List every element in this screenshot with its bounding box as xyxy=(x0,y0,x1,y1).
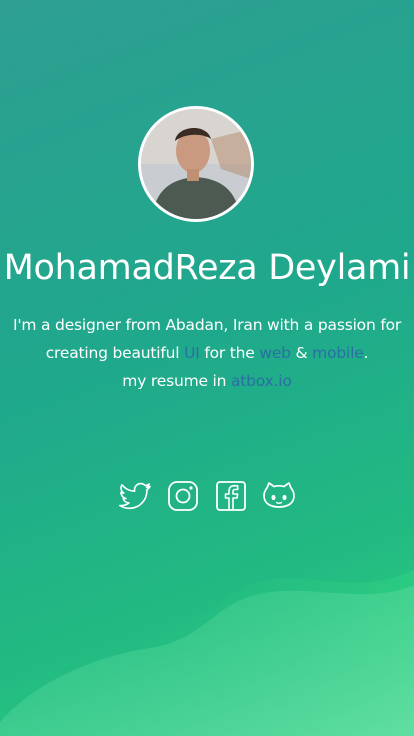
profile-card: MohamadReza Deylami I'm a designer from … xyxy=(0,0,414,736)
profile-name: MohamadReza Deylami xyxy=(3,248,411,288)
facebook-link[interactable] xyxy=(213,478,249,514)
web-link[interactable]: web xyxy=(259,344,291,362)
bio-line-2-suffix: . xyxy=(363,344,369,362)
resume-link[interactable]: atbox.io xyxy=(231,372,292,390)
twitter-icon xyxy=(119,482,151,510)
github-icon xyxy=(263,482,295,508)
facebook-icon xyxy=(216,481,246,511)
ui-link[interactable]: UI xyxy=(184,344,200,362)
bio-line-2-mid2: & xyxy=(290,344,313,362)
github-link[interactable] xyxy=(261,478,297,514)
avatar xyxy=(138,106,254,222)
instagram-link[interactable] xyxy=(165,478,201,514)
avatar-photo xyxy=(141,109,251,219)
twitter-link[interactable] xyxy=(117,478,153,514)
bio-line-2-prefix: creating beautiful xyxy=(45,344,185,362)
bio-line-3-prefix: my resume in xyxy=(122,372,231,390)
social-links xyxy=(0,478,414,514)
bio: I'm a designer from Abadan, Iran with a … xyxy=(0,311,414,395)
bio-line-2: creating beautiful UI for the web & mobi… xyxy=(0,339,414,367)
bio-line-2-mid1: for the xyxy=(199,344,260,362)
mobile-link[interactable]: mobile xyxy=(312,344,364,362)
instagram-icon xyxy=(168,481,198,511)
bio-line-1: I'm a designer from Abadan, Iran with a … xyxy=(12,316,402,334)
bio-line-3: my resume in atbox.io xyxy=(0,367,414,395)
